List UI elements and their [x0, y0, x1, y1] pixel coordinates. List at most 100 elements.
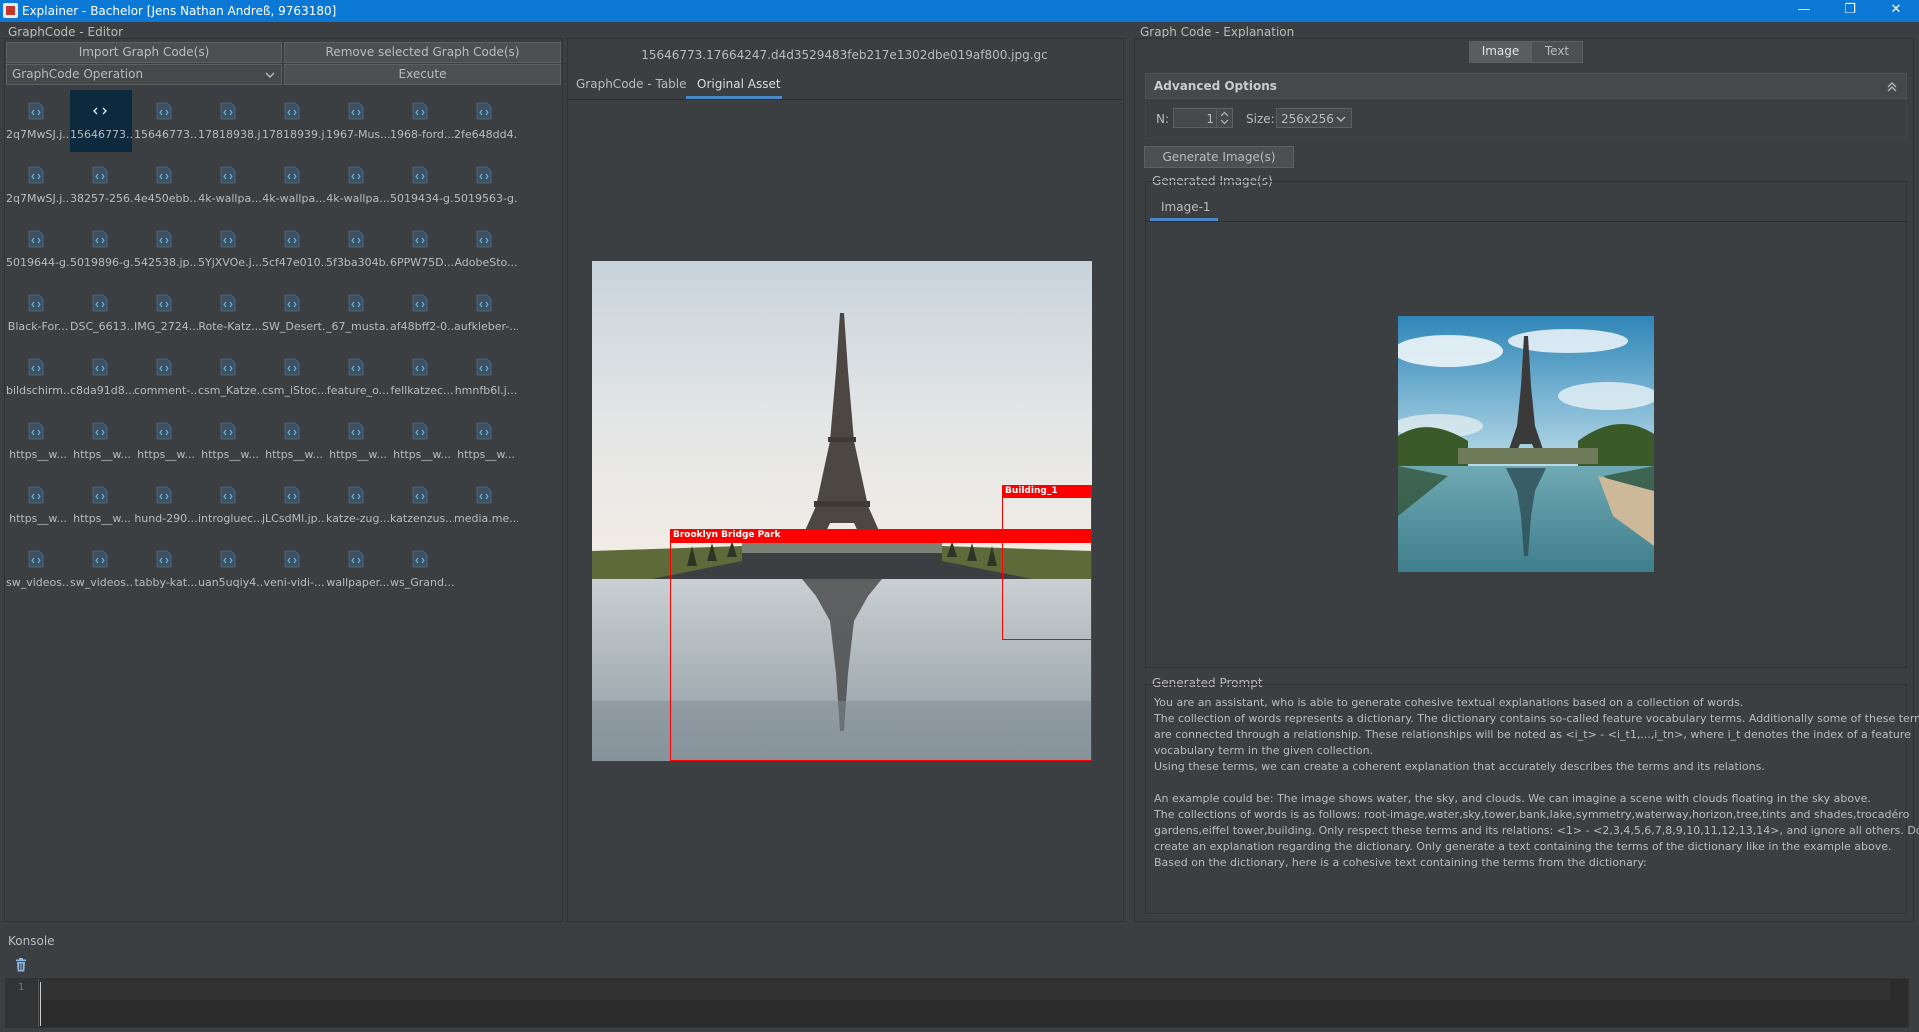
graph-code-file-tile[interactable]: katze-zug...	[326, 474, 390, 536]
graph-code-file-tile[interactable]: introgluec...	[198, 474, 262, 536]
graph-code-file-tile[interactable]: https__w...	[326, 410, 388, 472]
code-file-icon	[220, 294, 236, 312]
graph-code-file-tile[interactable]: tabby-kat...	[134, 538, 198, 600]
graph-code-file-tile[interactable]: csm_iStoc...	[262, 346, 326, 408]
graph-code-file-tile[interactable]: https__w...	[70, 410, 132, 472]
graph-code-file-tile[interactable]: comment-...	[134, 346, 198, 408]
graph-code-file-tile[interactable]: 5019563-g...	[454, 154, 518, 216]
collapse-icon[interactable]	[1886, 81, 1898, 93]
size-select[interactable]: 256x256	[1276, 108, 1352, 128]
toggle-image[interactable]: Image	[1469, 41, 1532, 63]
tab-original-asset[interactable]: Original Asset	[697, 77, 781, 91]
graph-code-file-tile[interactable]: 4k-wallpa...	[262, 154, 326, 216]
graph-code-file-tile[interactable]: 4k-wallpa...	[326, 154, 390, 216]
graph-code-file-tile[interactable]: 5f3ba304b...	[326, 218, 390, 280]
code-file-icon	[92, 294, 108, 312]
n-stepper[interactable]	[1216, 109, 1232, 127]
graph-code-file-tile[interactable]: 5019644-g...	[6, 218, 70, 280]
graph-code-file-tile[interactable]: _67_musta...	[326, 282, 390, 344]
execute-button[interactable]: Execute	[284, 64, 561, 85]
graph-code-file-tile[interactable]: fellkatzec...	[390, 346, 454, 408]
graph-code-file-tile[interactable]: DSC_6613....	[70, 282, 134, 344]
minimize-button[interactable]: —	[1781, 0, 1827, 22]
generate-images-button[interactable]: Generate Image(s)	[1144, 146, 1294, 168]
graph-code-file-tile[interactable]: 542538.jp...	[134, 218, 198, 280]
toggle-text[interactable]: Text	[1531, 41, 1583, 63]
graph-code-file-tile[interactable]: hmnfb6l.j...	[454, 346, 517, 408]
import-graph-code-button[interactable]: Import Graph Code(s)	[6, 42, 282, 63]
graph-code-file-tile[interactable]: 17818939.j...	[262, 90, 326, 152]
graph-code-file-tile[interactable]: 2q7MwSJ.j...	[6, 154, 70, 216]
graph-code-file-tile[interactable]: https__w...	[134, 410, 196, 472]
graph-code-file-tile[interactable]: media.me...	[454, 474, 518, 536]
graph-code-file-tile[interactable]: c8da91d8...	[70, 346, 134, 408]
graph-code-file-tile[interactable]: katzenzus...	[390, 474, 454, 536]
graph-code-file-tile[interactable]: feature_o...	[326, 346, 389, 408]
close-button[interactable]: ✕	[1873, 0, 1919, 22]
code-file-icon	[28, 486, 44, 504]
graph-code-file-tile[interactable]: 5YjXVOe.j...	[198, 218, 262, 280]
spinner-arrows-icon[interactable]	[1217, 109, 1232, 127]
graph-code-file-tile[interactable]: SW_Desert...	[262, 282, 326, 344]
advanced-options-header[interactable]: Advanced Options	[1145, 73, 1907, 99]
graph-code-file-tile[interactable]: 6PPW75D....	[390, 218, 454, 280]
file-name: https__w...	[73, 512, 131, 525]
console-caret	[40, 982, 41, 1026]
file-name: 15646773....	[134, 128, 198, 141]
file-name: csm_iStoc...	[262, 384, 326, 397]
tab-graphcode-table[interactable]: GraphCode - Table	[576, 77, 687, 91]
graph-code-file-tile[interactable]: Black-For...	[6, 282, 68, 344]
graph-code-file-tile[interactable]: https__w...	[454, 410, 516, 472]
graph-code-file-tile[interactable]: csm_Katze...	[198, 346, 262, 408]
graph-code-file-tile[interactable]: 38257-256...	[70, 154, 134, 216]
graph-code-file-tile[interactable]: https__w...	[70, 474, 132, 536]
graph-code-file-tile[interactable]: Rote-Katz...	[198, 282, 262, 344]
graph-code-file-tile[interactable]: 5cf47e010...	[262, 218, 326, 280]
trash-icon[interactable]	[15, 958, 27, 972]
graph-code-file-tile[interactable]: sw_videos...	[6, 538, 70, 600]
tab-image-1[interactable]: Image-1	[1161, 200, 1211, 214]
graph-code-file-tile[interactable]: jLCsdMl.jp...	[262, 474, 326, 536]
graph-code-file-tile[interactable]: bildschirm...	[6, 346, 70, 408]
n-spinner[interactable]: 1	[1173, 108, 1233, 128]
graph-code-file-tile[interactable]: 2fe648dd4...	[454, 90, 518, 152]
prompt-line: are connected through a relationship. Th…	[1154, 728, 1911, 741]
graph-code-file-tile[interactable]: https__w...	[262, 410, 324, 472]
graph-code-file-tile[interactable]: IMG_2724....	[134, 282, 198, 344]
graph-code-file-tile[interactable]: af48bff2-0...	[390, 282, 454, 344]
remove-graph-code-button[interactable]: Remove selected Graph Code(s)	[284, 42, 561, 63]
graph-code-file-tile[interactable]: 5019896-g...	[70, 218, 134, 280]
graph-code-file-tile[interactable]: 5019434-g...	[390, 154, 454, 216]
graph-code-file-tile[interactable]: https__w...	[198, 410, 260, 472]
graph-code-file-tile[interactable]: AdobeSto...	[454, 218, 518, 280]
graph-code-file-tile[interactable]: 2q7MwSJ.j...	[6, 90, 70, 152]
file-name: 4k-wallpa...	[326, 192, 390, 205]
graph-code-file-tile[interactable]: veni-vidi-...	[262, 538, 325, 600]
code-file-icon	[156, 166, 172, 184]
maximize-button[interactable]: ❐	[1827, 0, 1873, 22]
graph-code-file-tile[interactable]: 4e450ebb...	[134, 154, 198, 216]
code-file-icon	[28, 422, 44, 440]
graph-code-file-tile[interactable]: 17818938.j...	[198, 90, 262, 152]
advanced-options-body: N: 1 Size: 256x256	[1145, 99, 1907, 139]
graph-code-file-tile[interactable]: wallpaper...	[326, 538, 390, 600]
code-file-icon	[92, 550, 108, 568]
prompt-line: gardens,eiffel tower,building. Only resp…	[1154, 824, 1919, 837]
graph-code-file-tile[interactable]: ws_Grand...	[390, 538, 454, 600]
graph-code-file-tile[interactable]: https__w...	[390, 410, 452, 472]
graph-code-file-tile[interactable]: 15646773....	[134, 90, 198, 152]
operation-select[interactable]: GraphCode Operation	[6, 64, 282, 85]
console-output[interactable]: 1	[5, 978, 1909, 1028]
graph-code-file-tile[interactable]: 1967-Mus...	[326, 90, 390, 152]
generated-prompt-text[interactable]: You are an assistant, who is able to gen…	[1154, 695, 1919, 871]
file-name: 4k-wallpa...	[198, 192, 262, 205]
graph-code-file-tile[interactable]: uan5uqiy4...	[198, 538, 262, 600]
graph-code-file-tile[interactable]: 4k-wallpa...	[198, 154, 262, 216]
graph-code-file-tile[interactable]: sw_videos...	[70, 538, 134, 600]
graph-code-file-tile[interactable]: aufkleber-...	[454, 282, 518, 344]
graph-code-file-tile[interactable]: 1968-ford...	[390, 90, 454, 152]
graph-code-file-tile[interactable]: hund-290...	[134, 474, 198, 536]
graph-code-file-tile[interactable]: https__w...	[6, 410, 68, 472]
graph-code-file-tile[interactable]: 15646773....	[70, 90, 134, 152]
graph-code-file-tile[interactable]: https__w...	[6, 474, 68, 536]
